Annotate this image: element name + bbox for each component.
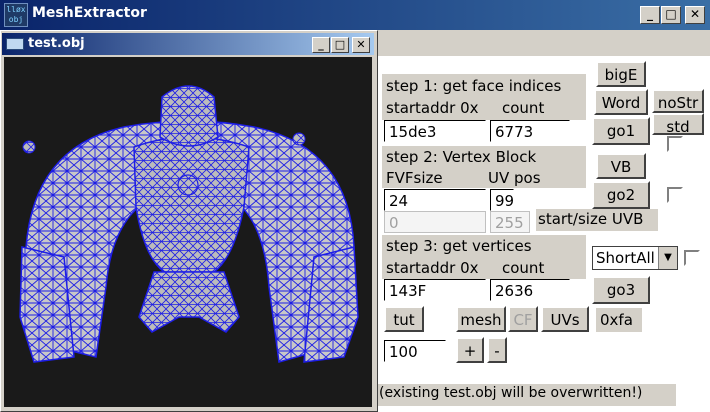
app-icon: lløx obj [4, 3, 28, 27]
window-icon [6, 38, 24, 50]
std-checkbox[interactable] [667, 136, 683, 152]
mesh-torso [133, 136, 250, 273]
close-button[interactable]: ✕ [685, 6, 705, 24]
3d-viewport[interactable] [4, 57, 372, 407]
uvb-label: start/size UVB [538, 210, 644, 228]
go3-button[interactable]: go3 [592, 276, 650, 304]
format-checkbox[interactable] [684, 250, 700, 266]
child-minimize-button[interactable]: _ [312, 37, 330, 53]
go2-button[interactable]: go2 [592, 181, 650, 209]
chevron-down-icon[interactable]: ▼ [658, 247, 677, 269]
step3-count-input[interactable]: 2636 [490, 279, 570, 301]
mesh-head [159, 85, 219, 147]
mesh-pelvis [138, 271, 240, 333]
step1-heading: step 1: get face indices [386, 77, 562, 95]
uv-pos-input[interactable]: 99 [490, 189, 514, 211]
uvb-start-input: 0 [384, 211, 486, 233]
step1-count-label: count [502, 99, 545, 117]
mesh-shoulder-knob [292, 132, 306, 146]
tut-button[interactable]: tut [384, 306, 424, 332]
child-close-button[interactable]: ✕ [352, 37, 370, 53]
step3-count-label: count [502, 259, 545, 277]
maximize-button[interactable]: □ [661, 6, 681, 24]
go1-button[interactable]: go1 [592, 117, 650, 145]
mesh-render [19, 85, 359, 363]
word-button[interactable]: Word [594, 89, 648, 115]
plus-button[interactable]: + [456, 337, 484, 363]
step1-addr-label: startaddr 0x [386, 99, 479, 117]
footer-note: (existing test.obj will be overwritten!) [379, 385, 643, 401]
uvb-size-input: 255 [490, 211, 530, 233]
mesh-button[interactable]: mesh [456, 306, 506, 332]
hex-label: 0xfa [600, 311, 633, 329]
fvf-label: FVFsize [386, 169, 443, 187]
nostr-button[interactable]: noStr [652, 89, 704, 113]
fvf-input[interactable]: 24 [384, 189, 486, 211]
step2-heading: step 2: Vertex Block [386, 148, 537, 166]
bigE-button[interactable]: bigE [596, 61, 646, 87]
mesh-chest-knob [177, 174, 199, 196]
child-maximize-button[interactable]: □ [331, 37, 349, 53]
mesh-shoulder-knob [22, 140, 36, 154]
top-strip [378, 30, 710, 56]
child-window-title: test.obj [28, 36, 85, 51]
scale-input[interactable]: 100 [384, 340, 446, 362]
window-title: MeshExtractor [32, 5, 147, 21]
step3-heading: step 3: get vertices [386, 237, 532, 255]
step1-addr-input[interactable]: 15de3 [384, 120, 486, 142]
uvs-button[interactable]: UVs [541, 306, 589, 332]
step3-addr-input[interactable]: 143F [384, 279, 486, 301]
step1-count-input[interactable]: 6773 [490, 120, 570, 142]
format-select[interactable]: ShortAll ▼ [592, 246, 678, 270]
step3-addr-label: startaddr 0x [386, 259, 479, 277]
std-button[interactable]: std [652, 113, 704, 136]
go2-checkbox[interactable] [667, 187, 683, 203]
vb-button[interactable]: VB [596, 153, 646, 179]
format-select-value: ShortAll [596, 249, 655, 267]
uv-pos-label: UV pos [488, 169, 541, 187]
minus-button[interactable]: - [487, 337, 507, 363]
cf-button: CF [508, 306, 538, 332]
minimize-button[interactable]: _ [640, 6, 660, 24]
